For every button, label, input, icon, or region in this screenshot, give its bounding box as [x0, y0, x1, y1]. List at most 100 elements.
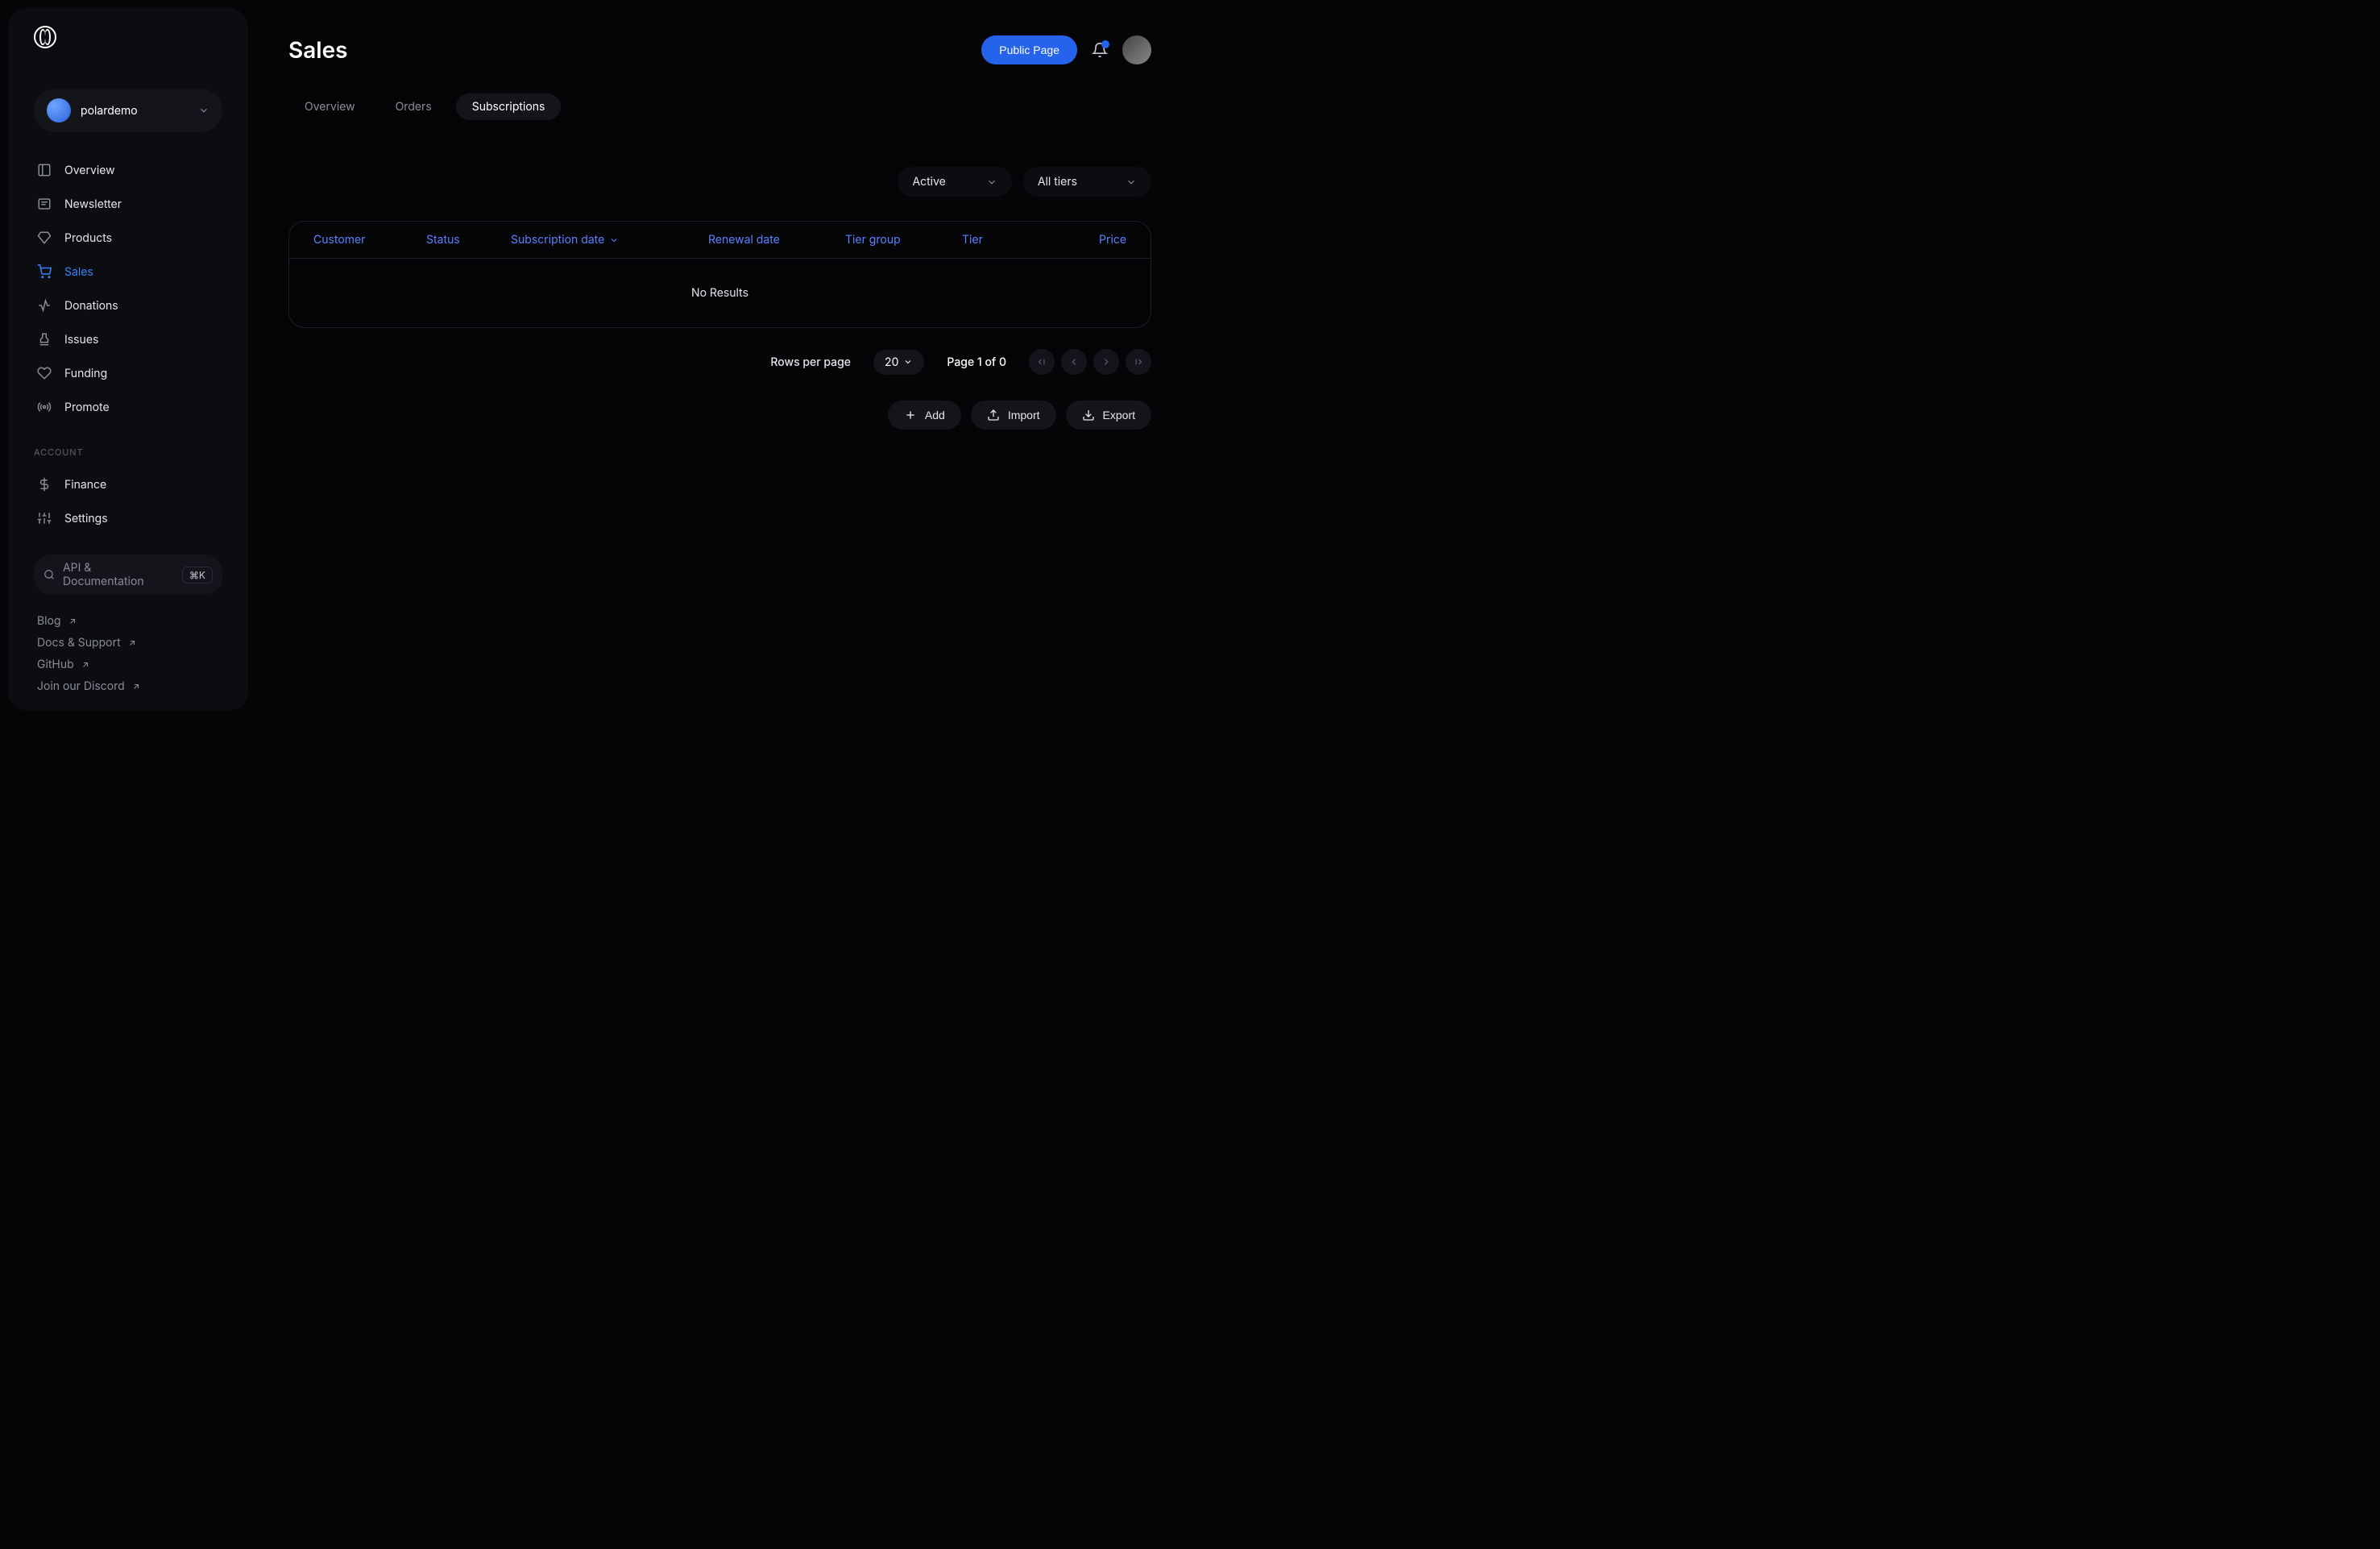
user-avatar[interactable] — [1122, 35, 1151, 64]
footer-link-blog[interactable]: Blog — [37, 614, 222, 628]
page-first-button[interactable] — [1029, 349, 1055, 375]
upload-icon — [987, 409, 1000, 422]
main: Sales Public Page Overview Orders Subscr… — [256, 0, 1190, 774]
sort-desc-icon — [609, 235, 619, 245]
subscriptions-table: Customer Status Subscription date Renewa… — [288, 221, 1151, 328]
heart-icon — [37, 366, 52, 380]
search-icon — [44, 569, 55, 580]
sidebar-item-newsletter[interactable]: Newsletter — [34, 189, 222, 219]
external-link-icon — [81, 660, 90, 670]
page-info: Page 1 of 0 — [947, 355, 1006, 369]
sidebar-item-overview[interactable]: Overview — [34, 155, 222, 185]
command-search[interactable]: API & Documentation ⌘K — [34, 554, 222, 595]
chevron-down-icon — [986, 176, 997, 188]
footer-link-discord[interactable]: Join our Discord — [37, 679, 222, 693]
page-last-button[interactable] — [1126, 349, 1151, 375]
footer-link-label: Docs & Support — [37, 636, 121, 650]
sidebar-item-finance[interactable]: Finance — [34, 469, 222, 500]
primary-nav: Overview Newsletter Products Sales Donat… — [34, 155, 222, 534]
tier-filter-value: All tiers — [1038, 175, 1077, 189]
rows-per-page-value: 20 — [885, 355, 898, 369]
notifications-button[interactable] — [1092, 42, 1108, 58]
tab-orders[interactable]: Orders — [379, 93, 448, 120]
sidebar-item-products[interactable]: Products — [34, 222, 222, 253]
cart-icon — [37, 264, 52, 279]
search-placeholder: API & Documentation — [63, 561, 174, 588]
status-filter[interactable]: Active — [898, 167, 1011, 197]
org-avatar — [47, 98, 71, 123]
plus-icon — [904, 409, 917, 422]
newsletter-icon — [37, 197, 52, 211]
chevron-down-icon — [903, 357, 913, 367]
sidebar-item-label: Settings — [64, 512, 108, 525]
footer-link-label: GitHub — [37, 658, 74, 671]
sliders-icon — [37, 511, 52, 525]
notification-dot — [1101, 40, 1109, 48]
th-label: Subscription date — [511, 233, 604, 247]
external-link-icon — [127, 638, 137, 648]
sidebar-item-label: Finance — [64, 478, 106, 492]
th-status[interactable]: Status — [426, 233, 511, 247]
th-customer[interactable]: Customer — [313, 233, 426, 247]
search-shortcut: ⌘K — [182, 567, 213, 583]
th-tier[interactable]: Tier — [962, 233, 1026, 247]
sidebar-item-promote[interactable]: Promote — [34, 392, 222, 422]
button-label: Export — [1103, 409, 1135, 422]
sidebar: polardemo Overview Newsletter Products S… — [8, 8, 248, 711]
page-title: Sales — [288, 36, 348, 64]
broadcast-icon — [37, 400, 52, 414]
external-link-icon — [68, 617, 77, 626]
footer-link-github[interactable]: GitHub — [37, 658, 222, 671]
account-section-label: ACCOUNT — [34, 446, 222, 458]
table-header: Customer Status Subscription date Renewa… — [289, 222, 1151, 259]
sidebar-item-donations[interactable]: Donations — [34, 290, 222, 321]
page-prev-button[interactable] — [1061, 349, 1087, 375]
chevron-down-icon — [1126, 176, 1137, 188]
stamp-icon — [37, 332, 52, 347]
tab-overview[interactable]: Overview — [288, 93, 371, 120]
tier-filter[interactable]: All tiers — [1023, 167, 1151, 197]
donate-icon — [37, 298, 52, 313]
tabs: Overview Orders Subscriptions — [288, 93, 1151, 120]
export-button[interactable]: Export — [1066, 401, 1151, 430]
import-button[interactable]: Import — [971, 401, 1056, 430]
th-subscription-date[interactable]: Subscription date — [511, 233, 708, 247]
sidebar-item-settings[interactable]: Settings — [34, 503, 222, 534]
th-renewal-date[interactable]: Renewal date — [708, 233, 845, 247]
footer-link-label: Blog — [37, 614, 61, 628]
sidebar-item-label: Sales — [64, 265, 93, 279]
download-icon — [1082, 409, 1095, 422]
org-name: polardemo — [81, 104, 138, 118]
page-next-button[interactable] — [1093, 349, 1119, 375]
dollar-icon — [37, 477, 52, 492]
add-button[interactable]: Add — [888, 401, 961, 430]
tab-subscriptions[interactable]: Subscriptions — [456, 93, 562, 120]
dashboard-icon — [37, 163, 52, 177]
sidebar-item-label: Donations — [64, 299, 118, 313]
footer-link-docs[interactable]: Docs & Support — [37, 636, 222, 650]
footer-links: Blog Docs & Support GitHub Join our Disc… — [34, 614, 222, 693]
org-switcher[interactable]: polardemo — [34, 89, 222, 132]
external-link-icon — [131, 682, 141, 691]
rows-per-page-select[interactable]: 20 — [873, 350, 924, 375]
no-results: No Results — [289, 259, 1151, 327]
button-label: Import — [1008, 409, 1040, 422]
diamond-icon — [37, 230, 52, 245]
sidebar-item-issues[interactable]: Issues — [34, 324, 222, 355]
sidebar-item-sales[interactable]: Sales — [34, 256, 222, 287]
th-price[interactable]: Price — [1026, 233, 1126, 247]
public-page-button[interactable]: Public Page — [981, 35, 1077, 64]
sidebar-item-label: Overview — [64, 164, 115, 177]
th-tier-group[interactable]: Tier group — [845, 233, 962, 247]
sidebar-item-label: Newsletter — [64, 197, 122, 211]
brand-logo — [34, 26, 56, 48]
sidebar-item-label: Issues — [64, 333, 98, 347]
sidebar-item-label: Promote — [64, 401, 110, 414]
rows-per-page-label: Rows per page — [770, 355, 851, 369]
status-filter-value: Active — [912, 175, 945, 189]
sidebar-item-label: Funding — [64, 367, 107, 380]
sidebar-item-funding[interactable]: Funding — [34, 358, 222, 388]
button-label: Add — [925, 409, 945, 422]
sidebar-item-label: Products — [64, 231, 112, 245]
footer-link-label: Join our Discord — [37, 679, 125, 693]
